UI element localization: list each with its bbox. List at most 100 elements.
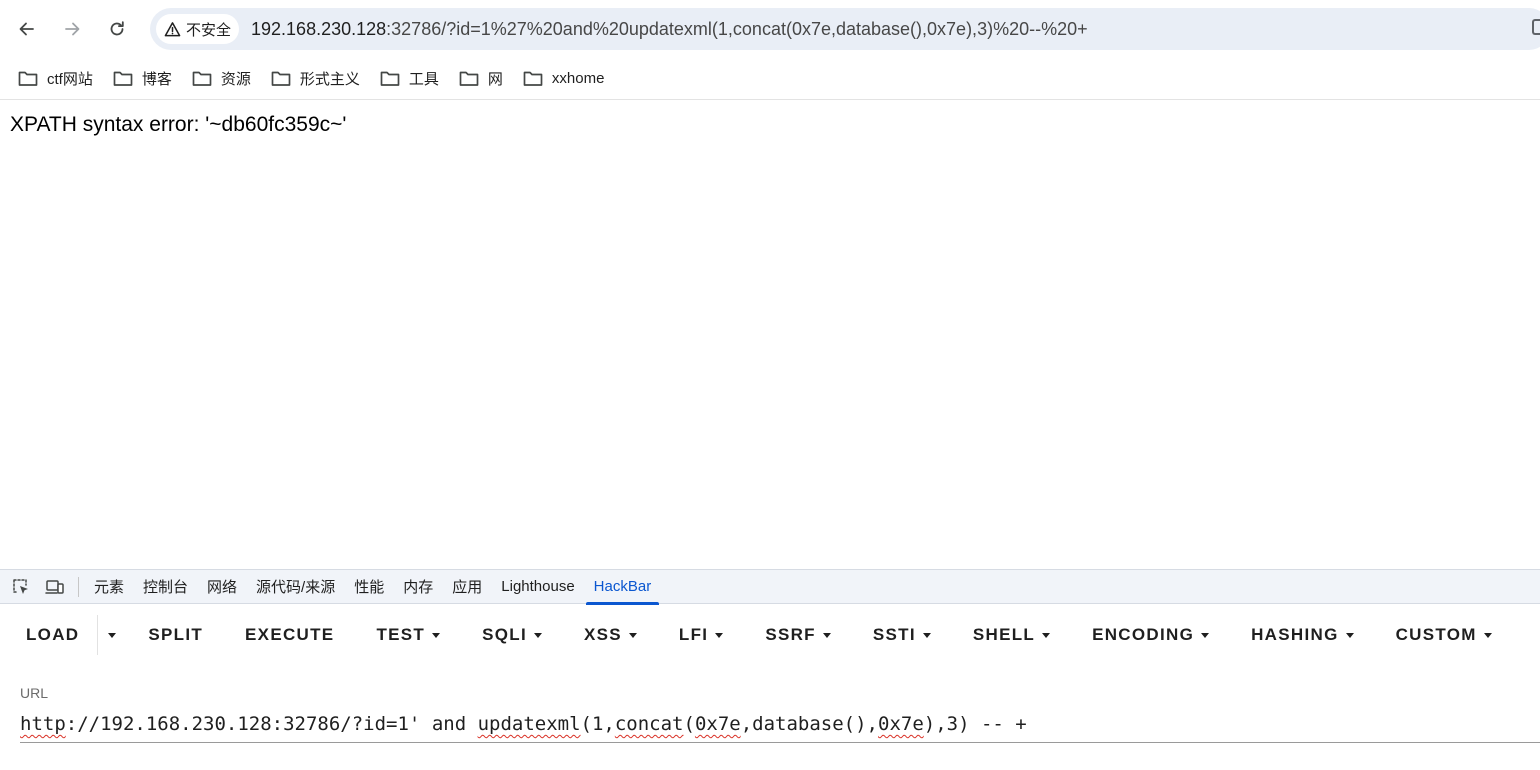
tab-sources[interactable]: 源代码/来源 [248,569,343,604]
inspect-element-button[interactable] [8,574,34,600]
address-bar[interactable]: 不安全 192.168.230.128:32786/?id=1%27%20and… [150,8,1540,50]
execute-button[interactable]: EXECUTE [231,615,348,655]
bookmark-label: 资源 [220,71,251,88]
security-chip[interactable]: 不安全 [156,14,240,44]
hackbar-toolbar: LOAD SPLIT EXECUTE TEST SQLI XSS LFI SSR… [0,612,1540,658]
bookmark-blog[interactable]: 博客 [103,63,182,95]
split-button[interactable]: SPLIT [134,615,217,655]
reload-button[interactable] [101,13,133,45]
caret-down-icon [822,632,831,638]
inspect-icon [13,578,28,594]
folder-icon [523,71,543,86]
tab-memory[interactable]: 内存 [395,569,441,604]
lfi-label: LFI [678,625,709,644]
execute-label: EXECUTE [245,625,335,644]
bookmark-xxhome[interactable]: xxhome [513,63,615,95]
hackbar-url-input[interactable]: http://192.168.230.128:32786/?id=1' and … [20,711,1540,743]
warning-icon [164,21,181,36]
bookmarks-bar: ctf网站 博客 资源 形式主义 工具 网 xxhome [0,58,1540,100]
back-button[interactable] [11,13,43,45]
device-icon [45,579,64,594]
caret-down-icon [108,632,117,638]
xss-label: XSS [583,625,622,644]
reload-icon [110,21,124,36]
device-toolbar-button[interactable] [42,574,68,600]
address-text[interactable]: 192.168.230.128:32786/?id=1%27%20and%20u… [251,19,1088,40]
bookmark-resources[interactable]: 资源 [182,63,261,95]
test-menu-button[interactable]: TEST [362,615,454,655]
arrow-left-icon [19,22,34,36]
test-label: TEST [376,625,426,644]
tab-performance[interactable]: 性能 [346,569,392,604]
tab-console[interactable]: 控制台 [135,569,196,604]
bookmark-net[interactable]: 网 [449,63,513,95]
address-host: 192.168.230.128 [251,18,387,39]
hashing-label: HASHING [1251,625,1339,644]
tab-hackbar[interactable]: HackBar [585,569,660,605]
caret-down-icon [1201,632,1210,638]
folder-icon [271,71,291,86]
bookmark-label: 工具 [408,71,439,88]
url-part: (1, [580,713,615,735]
security-label: 不安全 [186,21,232,39]
devtools-tabbar: 元素 控制台 网络 源代码/来源 性能 内存 应用 Lighthouse Hac… [0,569,1540,605]
shell-menu-button[interactable]: SHELL [959,615,1064,655]
custom-label: CUSTOM [1395,625,1477,644]
tab-network[interactable]: 网络 [199,569,245,604]
folder-icon [18,71,38,86]
url-part: 0x7e [878,713,924,735]
url-part: ( [683,713,695,735]
bookmark-formalism[interactable]: 形式主义 [261,63,370,95]
url-part: ,database(), [740,713,878,735]
url-part: ),3) -- + [923,713,1027,735]
caret-down-icon [922,632,931,638]
caret-down-icon [628,632,637,638]
bookmark-ctf[interactable]: ctf网站 [8,63,103,95]
caret-down-icon [715,632,724,638]
caret-down-icon [533,632,542,638]
ssti-label: SSTI [872,625,916,644]
load-dropdown-button[interactable] [100,615,124,655]
devtools-panel: 元素 控制台 网络 源代码/来源 性能 内存 应用 Lighthouse Hac… [0,569,1540,770]
encoding-menu-button[interactable]: ENCODING [1078,615,1223,655]
shell-label: SHELL [972,625,1036,644]
load-button[interactable]: LOAD [12,615,93,655]
tab-elements[interactable]: 元素 [86,569,132,604]
caret-down-icon [1345,632,1354,638]
lfi-menu-button[interactable]: LFI [665,615,737,655]
address-path: :32786/?id=1%27%20and%20updatexml(1,conc… [386,18,1088,39]
hashing-menu-button[interactable]: HASHING [1237,615,1368,655]
sqli-menu-button[interactable]: SQLI [468,615,556,655]
url-part: concat [614,713,684,735]
bookmark-label: 形式主义 [299,71,360,88]
url-field-label: URL [20,685,49,701]
bookmark-label: 博客 [141,71,172,88]
browser-toolbar: 不安全 192.168.230.128:32786/?id=1%27%20and… [0,0,1540,58]
custom-menu-button[interactable]: CUSTOM [1382,615,1506,655]
sqli-label: SQLI [482,625,527,644]
folder-icon [459,71,479,86]
bookmark-tools[interactable]: 工具 [370,63,449,95]
split-label: SPLIT [148,625,204,644]
url-part: 0x7e [694,713,741,735]
tab-application[interactable]: 应用 [444,569,490,604]
url-part: updatexml [477,713,581,735]
encoding-label: ENCODING [1092,625,1195,644]
xss-menu-button[interactable]: XSS [570,615,651,655]
folder-icon [380,71,400,86]
bookmark-label: xxhome [551,70,605,87]
bookmark-label: ctf网站 [47,71,93,88]
load-label: LOAD [26,625,80,644]
ssti-menu-button[interactable]: SSTI [859,615,945,655]
forward-button[interactable] [56,13,88,45]
folder-icon [113,71,133,86]
ssrf-label: SSRF [765,625,816,644]
caret-down-icon [1042,632,1051,638]
extension-icon[interactable] [1532,19,1540,35]
ssrf-menu-button[interactable]: SSRF [751,615,845,655]
tab-lighthouse[interactable]: Lighthouse [493,569,582,604]
arrow-right-icon [65,22,80,36]
url-part: ://192.168.230.128:32786/?id=1' and [65,713,478,735]
folder-icon [192,71,212,86]
caret-down-icon [432,632,441,638]
